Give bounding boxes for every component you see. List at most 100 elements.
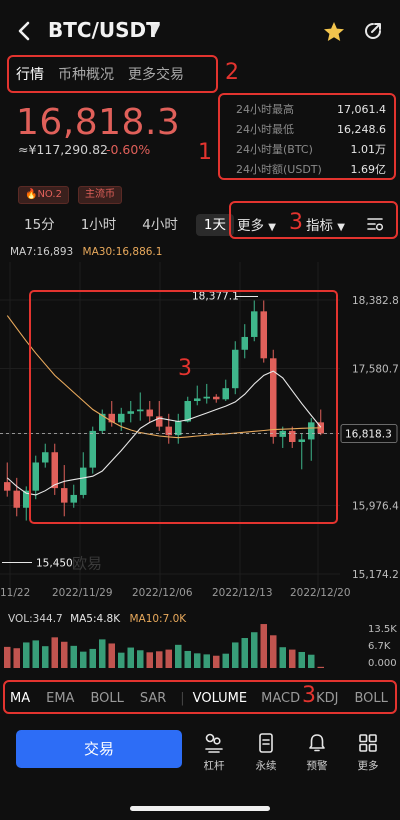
volume-bar (13, 648, 20, 668)
indicator-tabs: MA EMA BOLL SAR | VOLUME MACD KDJ BOLL (4, 682, 396, 714)
annotation-2: 2 (225, 60, 239, 85)
tab-market[interactable]: 行情 (16, 64, 44, 86)
volume-bar (89, 648, 96, 668)
volume-bar (279, 647, 286, 668)
volume-bar (80, 651, 87, 668)
candle-body (222, 388, 229, 400)
interval-tabs: 15分 1小时 4小时 1天 (16, 214, 244, 236)
indicator-dropdown[interactable]: 指标 ▼ (306, 214, 345, 234)
interval-15m[interactable]: 15分 (16, 214, 63, 236)
stat-low: 24小时最低 16,248.6 (236, 123, 386, 136)
volume-bar (23, 642, 30, 668)
candle-body (308, 422, 315, 440)
stat-volume-btc: 24小时量(BTC) 1.01万 (236, 143, 386, 156)
candle-body (118, 413, 125, 423)
volume-bar (251, 632, 258, 668)
candle-body (213, 396, 220, 400)
price-cny: ≈¥117,290.82 (18, 142, 108, 157)
candle-body (32, 462, 39, 491)
ind-tab-macd[interactable]: MACD (261, 691, 300, 706)
rank-badge[interactable]: 🔥NO.2 (18, 186, 69, 204)
date-axis-label: 2022/11/29 (52, 587, 113, 599)
stat-high: 24小时最高 17,061.4 (236, 103, 386, 116)
date-axis-label: 2022/12/06 (132, 587, 193, 599)
candle-body (298, 439, 305, 442)
price-change: -0.60% (106, 142, 151, 157)
price-axis-label: 15,976.4 (352, 500, 399, 512)
volume-bar (194, 653, 201, 668)
detail-tabs: 行情 币种概况 更多交易 (16, 64, 184, 86)
volume-bar (42, 646, 49, 668)
watermark-text: 欧易 (72, 554, 102, 572)
tab-more-trading[interactable]: 更多交易 (128, 64, 184, 86)
last-price: 16,818.3 (16, 102, 181, 143)
ma30-label: MA30:16,886.1 (82, 246, 163, 258)
perpetual-icon (259, 733, 273, 753)
candle-body (137, 409, 144, 412)
annotation-3-chart: 3 (178, 356, 192, 381)
volume-axis-label: 6.7K (368, 641, 391, 652)
candle-body (42, 452, 49, 463)
volume-bar (51, 637, 58, 668)
more-dropdown[interactable]: 更多 ▼ (237, 214, 276, 234)
pair-title[interactable]: BTC/USDT (48, 18, 160, 42)
star-icon[interactable] (322, 20, 346, 44)
volume-bar (232, 642, 239, 668)
volume-bar (298, 651, 305, 668)
candlestick-chart[interactable]: 18,382.8 17,580.7 15,976.4 15,174.2 11/22 202… (0, 262, 400, 602)
trade-button[interactable]: 交易 (16, 730, 182, 768)
interval-1h[interactable]: 1小时 (73, 214, 125, 236)
volume-chart: 13.5K 6.7K 0.000 (4, 624, 397, 669)
candle-body (89, 430, 96, 468)
volume-bar (184, 650, 191, 668)
volume-bar (4, 646, 11, 668)
chart-settings-icon[interactable] (366, 215, 384, 237)
share-icon[interactable] (362, 20, 384, 42)
candle-body (51, 452, 58, 489)
candle-body (13, 490, 20, 508)
price-axis-label: 18,382.8 (352, 295, 399, 307)
candle-body (70, 494, 77, 503)
home-indicator (130, 806, 270, 811)
volume-bar (270, 635, 277, 668)
nav-leverage[interactable]: 杠杆 (194, 732, 234, 773)
volume-axis-label: 13.5K (368, 624, 397, 635)
ind-tab-ma[interactable]: MA (10, 691, 30, 706)
date-axis-label: 11/22 (0, 587, 30, 599)
volume-bar (156, 651, 163, 668)
ind-tab-ema[interactable]: EMA (46, 691, 74, 706)
ind-tab-kdj[interactable]: KDJ (316, 691, 338, 706)
mainstream-badge[interactable]: 主流币 (78, 186, 122, 204)
date-axis-label: 2022/12/13 (212, 587, 273, 599)
volume-bar (241, 638, 248, 668)
chevron-down-icon: ▼ (337, 222, 345, 233)
chevron-down-icon: ▼ (268, 222, 276, 233)
candle-body (127, 411, 134, 414)
interval-4h[interactable]: 4小时 (134, 214, 186, 236)
back-chevron-icon[interactable] (12, 16, 38, 46)
leverage-icon (205, 733, 223, 753)
price-axis-label: 15,174.2 (352, 569, 399, 581)
volume-bar (146, 652, 153, 668)
volume-axis-label: 0.000 (368, 658, 397, 669)
ind-tab-boll-2[interactable]: BOLL (354, 691, 387, 706)
ind-tab-sar[interactable]: SAR (140, 691, 166, 706)
nav-perpetual[interactable]: 永续 (246, 732, 286, 773)
volume-bar (308, 654, 315, 668)
volume-bar (213, 655, 220, 668)
pair-dropdown-icon[interactable]: ▼ (150, 22, 160, 37)
ma-legend: MA7:16,893 MA30:16,886.1 (10, 246, 162, 258)
volume-bar (260, 624, 267, 668)
nav-more[interactable]: 更多 (348, 732, 388, 773)
tab-coin-overview[interactable]: 币种概况 (58, 64, 114, 86)
candle-body (61, 488, 68, 503)
volume-bar (108, 643, 115, 668)
candle-body (175, 421, 182, 436)
volume-bar (61, 641, 68, 668)
nav-alert[interactable]: 预警 (297, 732, 337, 773)
volume-bar (203, 654, 210, 668)
candle-body (241, 336, 248, 350)
grid-icon (359, 734, 377, 752)
ind-tab-volume[interactable]: VOLUME (193, 691, 247, 706)
ind-tab-boll[interactable]: BOLL (90, 691, 123, 706)
